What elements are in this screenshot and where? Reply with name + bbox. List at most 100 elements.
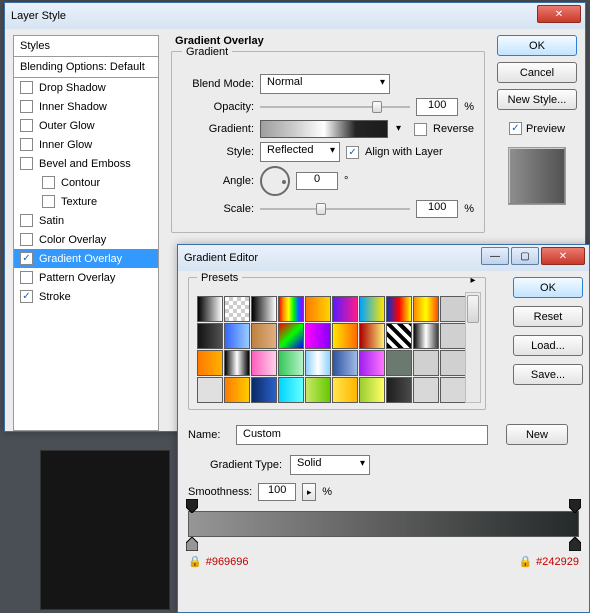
save-button[interactable]: Save... <box>513 364 583 385</box>
preset-swatch[interactable] <box>386 296 412 322</box>
style-checkbox[interactable] <box>20 81 33 94</box>
preset-swatch[interactable] <box>413 323 439 349</box>
smoothness-input[interactable]: 100 <box>258 483 296 501</box>
angle-input[interactable]: 0 <box>296 172 338 190</box>
gradient-picker[interactable] <box>260 120 388 138</box>
opacity-stop-left[interactable] <box>186 499 198 513</box>
gradient-bar-editor[interactable] <box>188 511 579 537</box>
preset-swatch[interactable] <box>332 323 358 349</box>
style-checkbox[interactable] <box>20 138 33 151</box>
align-checkbox[interactable] <box>346 146 359 159</box>
style-checkbox[interactable] <box>20 100 33 113</box>
preset-swatch[interactable] <box>278 377 304 403</box>
preset-swatch[interactable] <box>359 377 385 403</box>
preset-swatch[interactable] <box>440 377 466 403</box>
style-checkbox[interactable] <box>42 176 55 189</box>
styles-header[interactable]: Styles <box>14 36 158 57</box>
preset-swatch[interactable] <box>278 296 304 322</box>
ok-button[interactable]: OK <box>513 277 583 298</box>
new-style-button[interactable]: New Style... <box>497 89 577 110</box>
preset-swatch[interactable] <box>251 350 277 376</box>
cancel-button[interactable]: Cancel <box>497 62 577 83</box>
preset-swatch[interactable] <box>278 323 304 349</box>
preset-swatch[interactable] <box>251 323 277 349</box>
ok-button[interactable]: OK <box>497 35 577 56</box>
color-stop-left[interactable] <box>186 537 198 551</box>
preset-swatch[interactable] <box>197 323 223 349</box>
color-stop-right[interactable] <box>569 537 581 551</box>
close-icon[interactable]: ✕ <box>537 5 581 23</box>
preset-swatch[interactable] <box>224 377 250 403</box>
new-button[interactable]: New <box>506 424 568 445</box>
style-item-texture[interactable]: Texture <box>14 192 158 211</box>
preset-swatch[interactable] <box>197 350 223 376</box>
layer-style-titlebar[interactable]: Layer Style ✕ <box>5 3 585 29</box>
style-item-contour[interactable]: Contour <box>14 173 158 192</box>
reverse-checkbox[interactable] <box>414 123 427 136</box>
style-checkbox[interactable] <box>20 271 33 284</box>
maximize-icon[interactable]: ▢ <box>511 247 539 265</box>
presets-menu-icon[interactable]: ▸ <box>465 272 481 288</box>
preset-swatch[interactable] <box>359 323 385 349</box>
preset-swatch[interactable] <box>332 377 358 403</box>
preset-swatch[interactable] <box>305 350 331 376</box>
style-checkbox[interactable] <box>20 214 33 227</box>
preset-swatch[interactable] <box>386 323 412 349</box>
load-button[interactable]: Load... <box>513 335 583 356</box>
preset-swatch[interactable] <box>413 377 439 403</box>
style-item-outer-glow[interactable]: Outer Glow <box>14 116 158 135</box>
style-item-satin[interactable]: Satin <box>14 211 158 230</box>
scale-slider[interactable] <box>260 201 410 217</box>
style-checkbox[interactable] <box>42 195 55 208</box>
smoothness-stepper[interactable]: ▸ <box>302 483 316 501</box>
preset-swatch[interactable] <box>413 296 439 322</box>
preset-swatch[interactable] <box>440 323 466 349</box>
preset-swatch[interactable] <box>251 377 277 403</box>
preset-swatch[interactable] <box>386 377 412 403</box>
style-item-color-overlay[interactable]: Color Overlay <box>14 230 158 249</box>
blending-options[interactable]: Blending Options: Default <box>14 57 158 78</box>
preview-checkbox[interactable] <box>509 122 522 135</box>
style-checkbox[interactable] <box>20 119 33 132</box>
style-item-drop-shadow[interactable]: Drop Shadow <box>14 78 158 97</box>
preset-swatch[interactable] <box>305 377 331 403</box>
preset-swatch[interactable] <box>251 296 277 322</box>
preset-swatch[interactable] <box>359 296 385 322</box>
preset-swatch[interactable] <box>440 350 466 376</box>
minimize-icon[interactable]: — <box>481 247 509 265</box>
preset-swatch[interactable] <box>386 350 412 376</box>
preset-swatch[interactable] <box>224 296 250 322</box>
style-item-pattern-overlay[interactable]: Pattern Overlay <box>14 268 158 287</box>
name-input[interactable]: Custom <box>236 425 488 445</box>
opacity-input[interactable]: 100 <box>416 98 458 116</box>
preset-swatch[interactable] <box>278 350 304 376</box>
style-item-gradient-overlay[interactable]: Gradient Overlay <box>14 249 158 268</box>
opacity-stop-right[interactable] <box>569 499 581 513</box>
preset-swatch[interactable] <box>197 296 223 322</box>
opacity-slider[interactable] <box>260 99 410 115</box>
preset-swatch[interactable] <box>332 296 358 322</box>
preset-swatch[interactable] <box>305 296 331 322</box>
blendmode-select[interactable]: Normal <box>260 74 390 94</box>
preset-swatch[interactable] <box>224 323 250 349</box>
style-checkbox[interactable] <box>20 252 33 265</box>
preset-swatch[interactable] <box>224 350 250 376</box>
preset-swatch[interactable] <box>332 350 358 376</box>
style-checkbox[interactable] <box>20 157 33 170</box>
close-icon[interactable]: ✕ <box>541 247 585 265</box>
preset-swatch[interactable] <box>440 296 466 322</box>
gradient-type-select[interactable]: Solid <box>290 455 370 475</box>
gradient-editor-titlebar[interactable]: Gradient Editor — ▢ ✕ <box>178 245 589 271</box>
preset-swatch[interactable] <box>197 377 223 403</box>
style-item-inner-glow[interactable]: Inner Glow <box>14 135 158 154</box>
preset-swatch[interactable] <box>359 350 385 376</box>
style-item-bevel-and-emboss[interactable]: Bevel and Emboss <box>14 154 158 173</box>
preset-swatch[interactable] <box>305 323 331 349</box>
reset-button[interactable]: Reset <box>513 306 583 327</box>
style-checkbox[interactable] <box>20 233 33 246</box>
presets-scrollbar[interactable] <box>465 292 481 403</box>
style-item-stroke[interactable]: Stroke <box>14 287 158 306</box>
style-item-inner-shadow[interactable]: Inner Shadow <box>14 97 158 116</box>
scale-input[interactable]: 100 <box>416 200 458 218</box>
angle-dial[interactable] <box>260 166 290 196</box>
